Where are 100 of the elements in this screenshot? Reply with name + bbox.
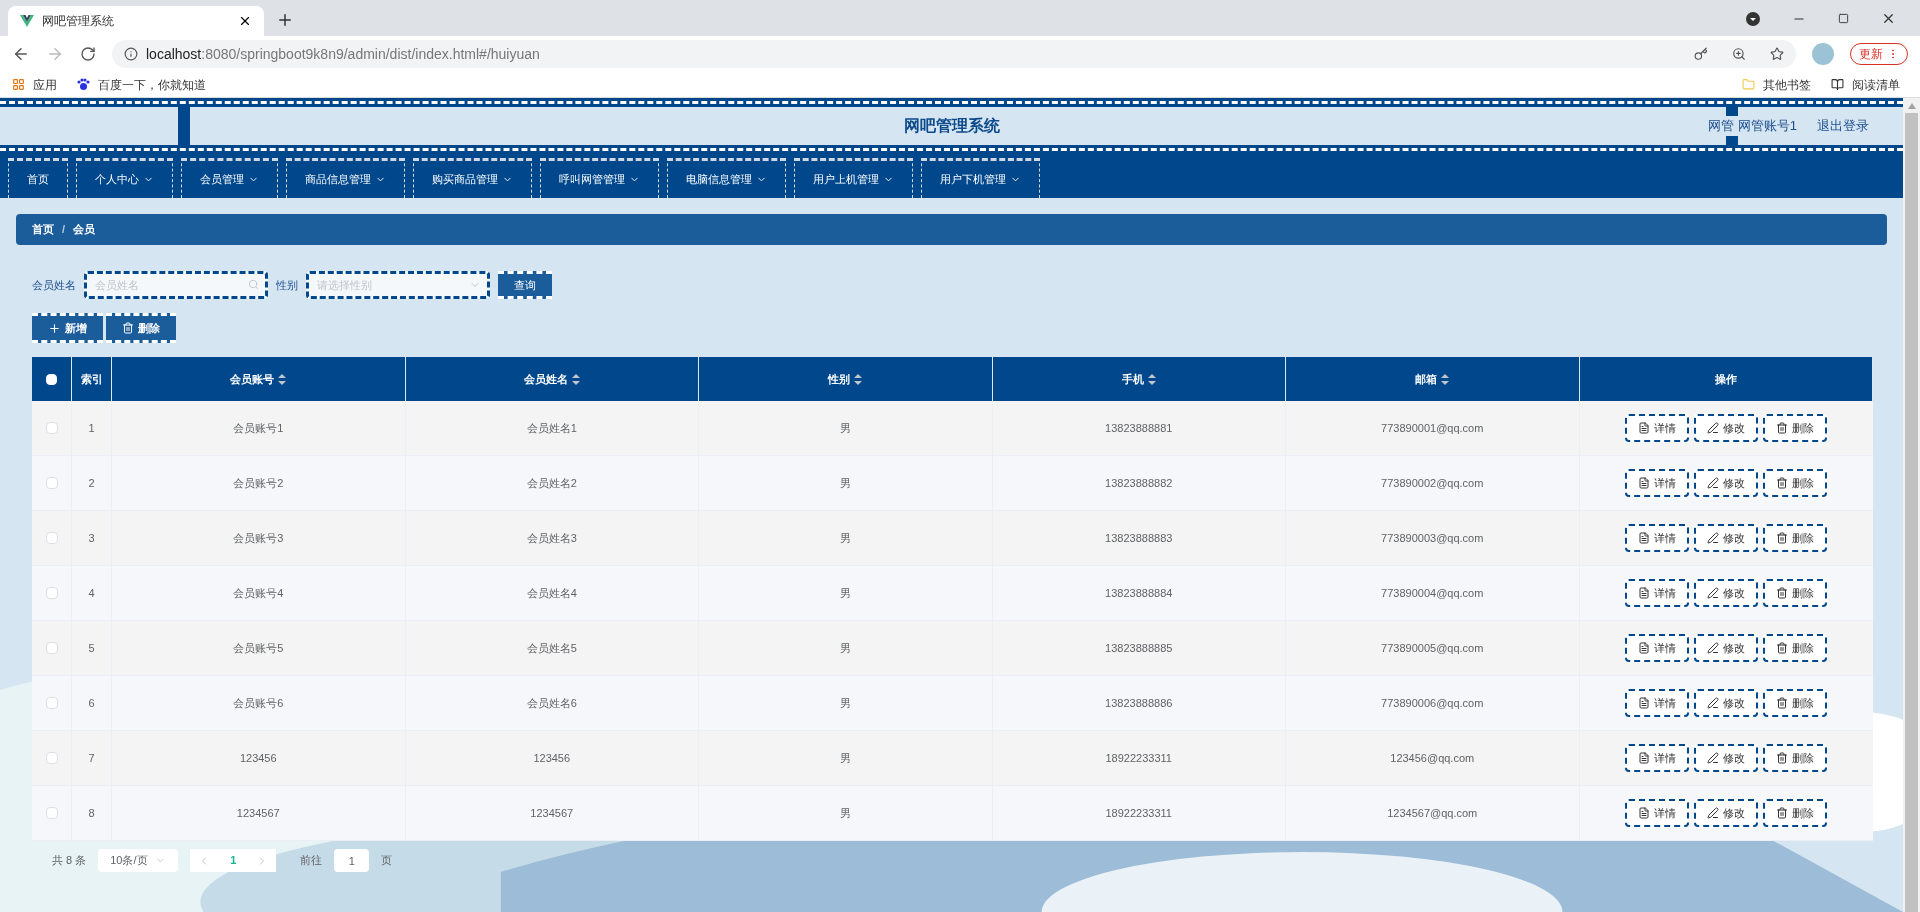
checkbox[interactable]: [45, 807, 58, 819]
edit-button[interactable]: 修改: [1694, 799, 1759, 827]
folder-icon: [1742, 78, 1755, 91]
column-header: 会员姓名: [523, 371, 568, 387]
table-cell-text: 1234567@qq.com: [1387, 805, 1478, 821]
query-button[interactable]: 查询: [498, 271, 552, 299]
delete-button[interactable]: 删除: [1763, 469, 1828, 497]
nav-item[interactable]: 电脑信息管理: [667, 158, 786, 198]
detail-button[interactable]: 详情: [1625, 579, 1690, 607]
column-header: 邮箱: [1415, 371, 1438, 387]
bookmark-link[interactable]: 百度一下，你就知道: [98, 75, 206, 94]
edit-button[interactable]: 修改: [1694, 469, 1759, 497]
restore-icon[interactable]: [1838, 13, 1849, 24]
detail-button[interactable]: 详情: [1625, 414, 1690, 442]
detail-button[interactable]: 详情: [1625, 469, 1690, 497]
table-cell-text: 123456: [239, 750, 277, 766]
delete-button[interactable]: 删除: [1763, 524, 1828, 552]
delete-button[interactable]: 删除: [1763, 634, 1828, 662]
sort-icon[interactable]: [571, 373, 580, 385]
nav-item[interactable]: 呼叫网管管理: [540, 158, 659, 198]
close-icon[interactable]: [1881, 11, 1896, 26]
document-icon: [1638, 532, 1651, 544]
field-label: 性别: [276, 277, 298, 293]
detail-button[interactable]: 详情: [1625, 524, 1690, 552]
column-header: 索引: [80, 371, 103, 387]
scroll-thumb[interactable]: [1905, 113, 1918, 912]
trash-icon: [1776, 642, 1789, 654]
checkbox[interactable]: [45, 422, 58, 434]
reload-icon[interactable]: [80, 46, 96, 62]
checkbox[interactable]: [45, 532, 58, 544]
edit-button[interactable]: 修改: [1694, 744, 1759, 772]
delete-button[interactable]: 删除: [1763, 744, 1828, 772]
edit-button[interactable]: 修改: [1694, 579, 1759, 607]
table-cell-text: 773890004@qq.com: [1381, 585, 1484, 601]
app-title: 网吧管理系统: [903, 117, 1000, 134]
pen-icon: [1707, 807, 1720, 819]
info-icon: [124, 47, 138, 61]
sort-icon[interactable]: [278, 373, 287, 385]
bookmark-link[interactable]: 其他书签: [1763, 75, 1811, 94]
document-icon: [1638, 807, 1651, 819]
nav-item[interactable]: 首页: [8, 158, 68, 198]
nav-item[interactable]: 商品信息管理: [286, 158, 405, 198]
table-cell-text: 13823888881: [1105, 420, 1173, 436]
delete-button[interactable]: 删除: [1763, 579, 1828, 607]
scrollbar[interactable]: [1903, 98, 1920, 912]
trash-icon: [1776, 697, 1789, 709]
table-cell-text: 1234567: [236, 805, 280, 821]
delete-button[interactable]: 删除: [1763, 799, 1828, 827]
reading-list-icon: [1831, 78, 1844, 91]
edit-button[interactable]: 修改: [1694, 689, 1759, 717]
checkbox[interactable]: [45, 477, 58, 489]
detail-button[interactable]: 详情: [1625, 634, 1690, 662]
add-button[interactable]: 新增: [32, 313, 103, 343]
table-cell-text: 6: [88, 695, 95, 711]
trash-icon: [1776, 807, 1789, 819]
checkbox[interactable]: [45, 642, 58, 654]
edit-button[interactable]: 修改: [1694, 524, 1759, 552]
dropdown-icon[interactable]: [1746, 11, 1760, 26]
bookmark-link[interactable]: 应用: [33, 75, 57, 94]
nav-item[interactable]: 购买商品管理: [413, 158, 532, 198]
nav-item[interactable]: 个人中心: [76, 158, 173, 198]
delete-button[interactable]: 删除: [106, 313, 176, 343]
browser-tab[interactable]: 网吧管理系统: [8, 6, 264, 36]
page-size-select[interactable]: 10条/页: [98, 849, 179, 872]
delete-button[interactable]: 删除: [1763, 414, 1828, 442]
table-cell-text: 773890005@qq.com: [1381, 640, 1484, 656]
table-cell-text: 8: [88, 805, 95, 821]
table-cell-text: 会员账号6: [233, 695, 284, 711]
sort-icon[interactable]: [1147, 373, 1156, 385]
close-icon[interactable]: [238, 14, 252, 28]
breadcrumb-item[interactable]: 首页: [32, 221, 54, 238]
edit-button[interactable]: 修改: [1694, 414, 1759, 442]
zoom-icon[interactable]: [1732, 47, 1746, 61]
nav-item[interactable]: 用户上机管理: [794, 158, 913, 198]
detail-button[interactable]: 详情: [1625, 744, 1690, 772]
back-icon[interactable]: [12, 45, 30, 63]
nav-item[interactable]: 用户下机管理: [921, 158, 1040, 198]
nav-item[interactable]: 会员管理: [181, 158, 278, 198]
document-icon: [1638, 697, 1651, 709]
detail-button[interactable]: 详情: [1625, 799, 1690, 827]
checkbox[interactable]: [45, 752, 58, 764]
page-input[interactable]: 1: [334, 849, 370, 872]
star-icon[interactable]: [1770, 47, 1784, 61]
new-tab-icon[interactable]: [276, 11, 294, 29]
breadcrumb-item[interactable]: 会员: [73, 221, 96, 238]
delete-button[interactable]: 删除: [1763, 689, 1828, 717]
bookmark-link[interactable]: 阅读清单: [1852, 75, 1900, 94]
pen-icon: [1707, 642, 1720, 654]
address-bar[interactable]: localhost:8080/springboot9k8n9/admin/dist/index.html#/huiyuan: [112, 40, 1796, 68]
edit-button[interactable]: 修改: [1694, 634, 1759, 662]
sort-icon[interactable]: [854, 373, 863, 385]
key-icon[interactable]: [1694, 47, 1708, 61]
checkbox[interactable]: [45, 587, 58, 599]
logout-link[interactable]: 退出登录: [1817, 116, 1869, 136]
table-cell-text: 13823888885: [1105, 640, 1173, 656]
sort-icon[interactable]: [1441, 373, 1450, 385]
pen-icon: [1707, 532, 1720, 544]
detail-button[interactable]: 详情: [1625, 689, 1690, 717]
apps-icon: [12, 78, 25, 91]
checkbox[interactable]: [45, 697, 58, 709]
